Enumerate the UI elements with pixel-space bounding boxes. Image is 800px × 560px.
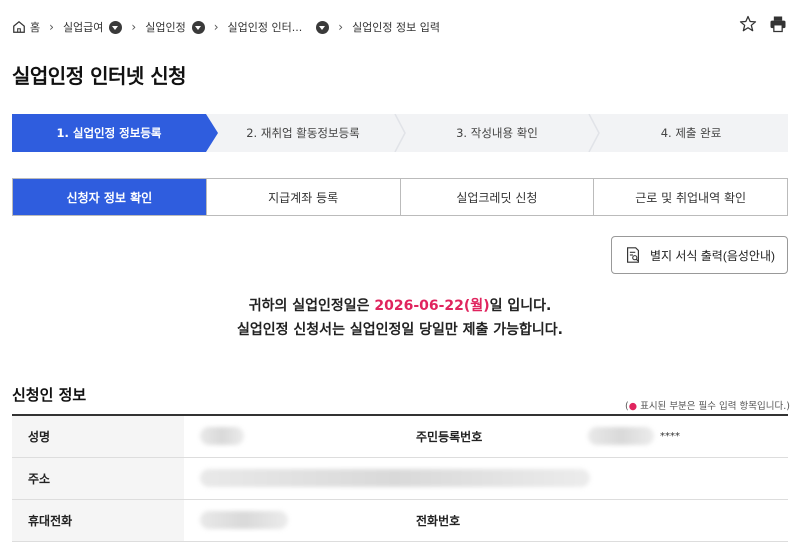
document-search-icon bbox=[626, 247, 639, 263]
breadcrumb-label: 실업인정 정보 입력 bbox=[352, 21, 441, 34]
table-row: 주소 bbox=[12, 457, 788, 500]
redacted-value bbox=[200, 427, 244, 446]
star-icon[interactable] bbox=[738, 14, 758, 34]
step-label: 2. 재취업 활동정보등록 bbox=[246, 126, 360, 140]
step-1: 1. 실업인정 정보등록 bbox=[12, 114, 218, 152]
required-field-note: (● 표시된 부분은 필수 입력 항목입니다.) bbox=[625, 398, 790, 412]
breadcrumb-label: 실업급여 bbox=[62, 21, 104, 34]
breadcrumb-item-1[interactable]: 실업급여 bbox=[62, 19, 123, 35]
breadcrumb: 홈 › 실업급여 › 실업인정 › 실업인정 인터... › 실업인정 정보 입… bbox=[12, 17, 440, 37]
redacted-value bbox=[200, 511, 288, 529]
applicant-info-table: 성명 주민등록번호 **** 주소 휴대전화 전화번호 bbox=[12, 414, 788, 542]
chevron-right-icon: › bbox=[338, 20, 344, 34]
notice-text: 귀하의 실업인정일은 bbox=[248, 298, 375, 314]
chevron-down-icon[interactable] bbox=[109, 20, 123, 34]
notice-text: 일 입니다. bbox=[489, 298, 552, 314]
rrn-value: **** bbox=[572, 415, 788, 458]
step-progress: 1. 실업인정 정보등록 2. 재취업 활동정보등록 3. 작성내용 확인 4.… bbox=[12, 114, 788, 152]
address-value bbox=[184, 457, 788, 500]
chevron-right-icon: › bbox=[213, 20, 219, 34]
table-row: 성명 주민등록번호 **** bbox=[12, 415, 788, 458]
chevron-right-icon: › bbox=[131, 20, 137, 34]
breadcrumb-label: 실업인정 bbox=[145, 21, 186, 34]
rrn-label: 주민등록번호 bbox=[400, 415, 572, 458]
mobile-value bbox=[184, 499, 400, 542]
breadcrumb-item-3[interactable]: 실업인정 인터... bbox=[228, 19, 330, 35]
name-value bbox=[184, 415, 400, 458]
step-2: 2. 재취업 활동정보등록 bbox=[206, 114, 406, 152]
address-label: 주소 bbox=[12, 457, 184, 500]
top-tools bbox=[738, 14, 788, 34]
redacted-value bbox=[200, 469, 590, 487]
step-label: 3. 작성내용 확인 bbox=[456, 126, 538, 140]
tab-work-history[interactable]: 근로 및 취업내역 확인 bbox=[594, 179, 787, 215]
note-text: 표시된 부분은 필수 입력 항목입니다.) bbox=[637, 401, 790, 412]
breadcrumb-item-2[interactable]: 실업인정 bbox=[145, 19, 205, 35]
certification-date-notice: 귀하의 실업인정일은 2026-06-22(월)일 입니다. 실업인정 신청서는… bbox=[0, 294, 800, 342]
section-title: 신청인 정보 bbox=[12, 386, 87, 404]
tab-bar: 신청자 정보 확인 지급계좌 등록 실업크레딧 신청 근로 및 취업내역 확인 bbox=[12, 178, 788, 216]
step-4: 4. 제출 완료 bbox=[594, 114, 788, 152]
redacted-value bbox=[588, 427, 654, 446]
chevron-right-icon: › bbox=[49, 20, 54, 34]
name-label: 성명 bbox=[12, 415, 184, 458]
notice-line-2: 실업인정 신청서는 실업인정일 당일만 제출 가능합니다. bbox=[237, 322, 563, 338]
step-label: 4. 제출 완료 bbox=[660, 126, 722, 140]
table-row: 휴대전화 전화번호 bbox=[12, 499, 788, 542]
breadcrumb-current: 실업인정 정보 입력 bbox=[352, 19, 440, 35]
tab-unemployment-credit[interactable]: 실업크레딧 신청 bbox=[400, 179, 595, 215]
home-icon bbox=[13, 20, 25, 33]
print-form-label: 별지 서식 출력(음성안내) bbox=[649, 248, 775, 263]
phone-label: 전화번호 bbox=[400, 499, 572, 542]
chevron-down-icon[interactable] bbox=[191, 20, 205, 34]
rrn-mask: **** bbox=[660, 430, 680, 442]
tab-payment-account[interactable]: 지급계좌 등록 bbox=[206, 179, 401, 215]
chevron-down-icon[interactable] bbox=[316, 20, 330, 34]
step-label: 1. 실업인정 정보등록 bbox=[56, 126, 162, 140]
print-form-button[interactable]: 별지 서식 출력(음성안내) bbox=[610, 236, 788, 274]
notice-line-1: 귀하의 실업인정일은 2026-06-22(월)일 입니다. bbox=[0, 294, 800, 318]
printer-icon[interactable] bbox=[768, 14, 788, 34]
breadcrumb-home[interactable]: 홈 bbox=[12, 19, 40, 35]
tab-applicant-info[interactable]: 신청자 정보 확인 bbox=[13, 179, 207, 215]
page-title: 실업인정 인터넷 신청 bbox=[12, 64, 187, 88]
breadcrumb-home-label: 홈 bbox=[30, 21, 41, 34]
breadcrumb-label: 실업인정 인터... bbox=[227, 21, 303, 34]
certification-date: 2026-06-22(월) bbox=[374, 298, 490, 314]
required-dot-icon: ● bbox=[628, 401, 638, 412]
phone-value bbox=[572, 499, 788, 542]
step-3: 3. 작성내용 확인 bbox=[400, 114, 600, 152]
mobile-label: 휴대전화 bbox=[12, 499, 184, 542]
